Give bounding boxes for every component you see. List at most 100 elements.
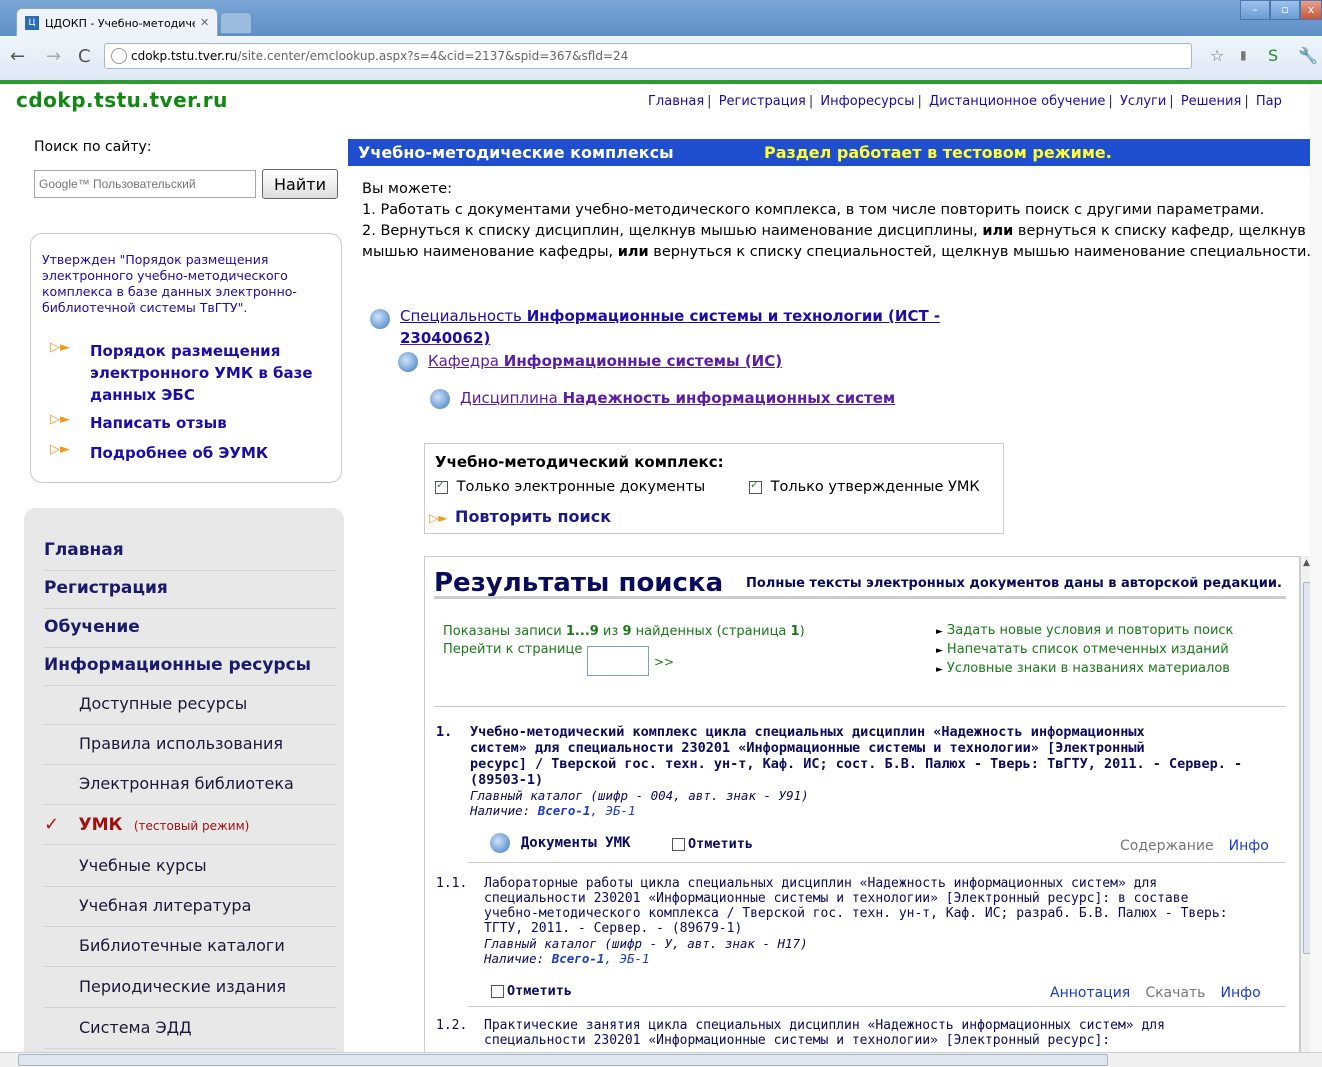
nav-link-home[interactable]: Главная	[648, 94, 704, 109]
site-logo[interactable]: cdokp.tstu.tver.ru	[16, 88, 228, 112]
double-arrow-icon: ▷►	[429, 511, 448, 525]
umk-filter-title: Учебно-методический комплекс:	[435, 453, 724, 471]
forward-icon[interactable]: →	[46, 46, 61, 67]
menu-item-info-resources[interactable]: Информационные ресурсы	[44, 655, 344, 675]
results-actions: Задать новые условия и повторить поиск Н…	[936, 622, 1234, 679]
record-title[interactable]: Практические занятия цикла специальных д…	[484, 1018, 1284, 1048]
menu-item-courses[interactable]: Учебные курсы	[79, 856, 379, 875]
bookmark-star-icon[interactable]: ☆	[1210, 46, 1224, 65]
crumb-discipline[interactable]: Дисциплина Надежность информационных сис…	[430, 389, 950, 413]
section-title-bar: Учебно-методические комплексы Раздел раб…	[348, 139, 1316, 166]
filter-electronic-only[interactable]: Только электронные документы	[435, 478, 705, 495]
browser-tab[interactable]: Ц ЦДОКП - Учебно-методичес ✕	[16, 8, 218, 37]
record-mark[interactable]: Отметить	[491, 983, 572, 999]
globe-icon	[111, 48, 127, 64]
record-actions: Содержание Инфо	[1120, 835, 1269, 854]
menu-item-periodicals[interactable]: Периодические издания	[79, 977, 379, 996]
menu-item-umk-label: УМК	[78, 815, 123, 835]
info-link[interactable]: Инфо	[1229, 838, 1269, 854]
reload-icon[interactable]: C	[78, 46, 91, 67]
menu-item-literature[interactable]: Учебная литература	[79, 896, 379, 915]
double-arrow-icon: ▷►	[50, 340, 70, 355]
documents-icon	[490, 833, 510, 853]
close-window-icon[interactable]: x	[1300, 0, 1322, 20]
checkmark-icon: ✓	[44, 814, 60, 835]
new-search-link[interactable]: Задать новые условия и повторить поиск	[936, 622, 1234, 641]
menu-item-learning[interactable]: Обучение	[44, 617, 344, 637]
address-bar[interactable]: cdokp.tstu.tver.ru/site.center/emclookup…	[104, 43, 1192, 69]
menu-item-usage-rules[interactable]: Правила использования	[79, 734, 379, 753]
umk-documents-link[interactable]: Документы УМК	[490, 833, 630, 853]
test-mode-notice: Раздел работает в тестовом режиме.	[764, 143, 1112, 162]
menu-item-available-resources[interactable]: Доступные ресурсы	[79, 694, 379, 713]
site-search-button[interactable]: Найти	[262, 169, 338, 199]
mark-checkbox[interactable]	[672, 837, 685, 851]
mark-checkbox[interactable]	[491, 984, 504, 998]
close-tab-icon[interactable]: ✕	[200, 16, 209, 29]
info-link-feedback[interactable]: ▷► Написать отзыв	[50, 412, 320, 434]
minimize-icon[interactable]: –	[1240, 0, 1270, 20]
nav-link-resources[interactable]: Инфоресурсы	[820, 94, 914, 109]
wrench-icon[interactable]: 🔧	[1298, 46, 1318, 65]
filter-approved-only[interactable]: Только утвержденные УМК	[749, 478, 980, 495]
approved-only-checkbox[interactable]	[749, 478, 762, 494]
legend-link[interactable]: Условные знаки в названиях материалов	[936, 660, 1233, 679]
menu-item-registration[interactable]: Регистрация	[44, 578, 344, 598]
nav-link-services[interactable]: Услуги	[1120, 94, 1166, 109]
intro-text: Вы можете: 1. Работать с документами уче…	[362, 181, 1312, 260]
annotation-link[interactable]: Аннотация	[1050, 985, 1130, 1001]
menu-item-e-library[interactable]: Электронная библиотека	[79, 774, 379, 793]
section-title: Учебно-методические комплексы	[358, 143, 674, 162]
tab-title: ЦДОКП - Учебно-методичес	[45, 17, 195, 30]
nav-link-solutions[interactable]: Решения	[1181, 94, 1242, 109]
menu-item-umk-active[interactable]: ✓ УМК (тестовый режим)	[44, 814, 344, 835]
info-link-more[interactable]: ▷► Подробнее об ЭУМК	[50, 442, 320, 464]
double-arrow-icon: ▷►	[50, 442, 70, 457]
record-title[interactable]: Лабораторные работы цикла специальных ди…	[484, 876, 1284, 966]
horizontal-scroll-thumb[interactable]	[18, 1054, 1108, 1066]
signal-bars-icon[interactable]: ▮	[1240, 48, 1247, 62]
menu-item-edd-system[interactable]: Система ЭДД	[79, 1018, 379, 1037]
menu-item-catalogs[interactable]: Библиотечные каталоги	[79, 936, 379, 955]
return-arrow-icon	[430, 389, 450, 409]
results-note: Полные тексты электронных документов дан…	[746, 576, 1282, 591]
download-link[interactable]: Скачать	[1145, 985, 1205, 1001]
double-arrow-icon: ▷►	[50, 412, 70, 427]
record-availability: Наличие: Всего-1, ЭБ-1	[470, 803, 636, 818]
back-icon[interactable]: ←	[10, 46, 25, 67]
site-search-input[interactable]	[34, 170, 256, 198]
record-availability: Наличие: Всего-1, ЭБ-1	[484, 951, 650, 966]
record-number: 1.1.	[436, 876, 468, 891]
site-favicon-icon: Ц	[25, 16, 39, 30]
electronic-only-checkbox[interactable]	[435, 478, 448, 494]
extension-icon[interactable]: S	[1268, 46, 1278, 65]
url-text: cdokp.tstu.tver.ru/site.center/emclookup…	[131, 49, 629, 63]
page-accent-bar	[0, 80, 1322, 84]
record-number: 1.	[436, 724, 453, 740]
crumb-specialty[interactable]: Специальность Информационные системы и т…	[370, 307, 990, 347]
maximize-icon[interactable]: ▫	[1270, 0, 1300, 20]
menu-item-home[interactable]: Главная	[44, 540, 344, 560]
repeat-search-link[interactable]: ▷► Повторить поиск	[429, 507, 611, 526]
results-title: Результаты поиска	[434, 568, 724, 598]
nav-link-registration[interactable]: Регистрация	[719, 94, 806, 109]
record-mark[interactable]: Отметить	[672, 836, 753, 852]
menu-item-umk-note: (тестовый режим)	[133, 819, 250, 833]
goto-page-button[interactable]: >>	[654, 655, 674, 669]
nav-link-partners[interactable]: Пар	[1256, 94, 1282, 109]
record-actions: Аннотация Скачать Инфо	[1050, 982, 1261, 1001]
record-title[interactable]: Учебно-методический комплекс цикла специ…	[470, 724, 1290, 818]
return-arrow-icon	[398, 352, 418, 372]
nav-link-distance-learning[interactable]: Дистанционное обучение	[929, 94, 1105, 109]
contents-link[interactable]: Содержание	[1120, 838, 1214, 854]
crumb-department[interactable]: Кафедра Информационные системы (ИС)	[398, 352, 898, 376]
print-marked-link[interactable]: Напечатать список отмеченных изданий	[936, 641, 1233, 660]
goto-page-input[interactable]	[587, 646, 649, 676]
info-link[interactable]: Инфо	[1221, 985, 1261, 1001]
info-link-procedure[interactable]: ▷► Порядок размещения электронного УМК в…	[50, 340, 320, 406]
goto-page-label: Перейти к странице	[443, 642, 583, 657]
page-vertical-scrollbar[interactable]	[1310, 84, 1322, 1052]
new-tab-button[interactable]	[220, 12, 252, 34]
return-arrow-icon	[370, 309, 390, 329]
top-navigation: Главная | Регистрация | Инфоресурсы | Диста…	[648, 94, 1282, 109]
